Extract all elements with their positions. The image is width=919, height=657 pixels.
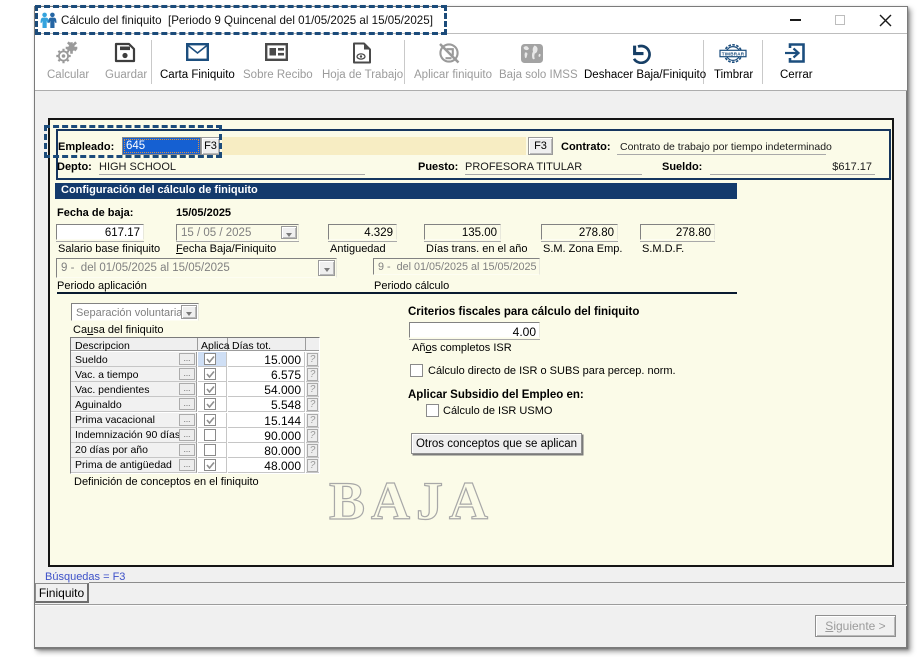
svg-text:TIMBRAR: TIMBRAR xyxy=(722,52,745,57)
